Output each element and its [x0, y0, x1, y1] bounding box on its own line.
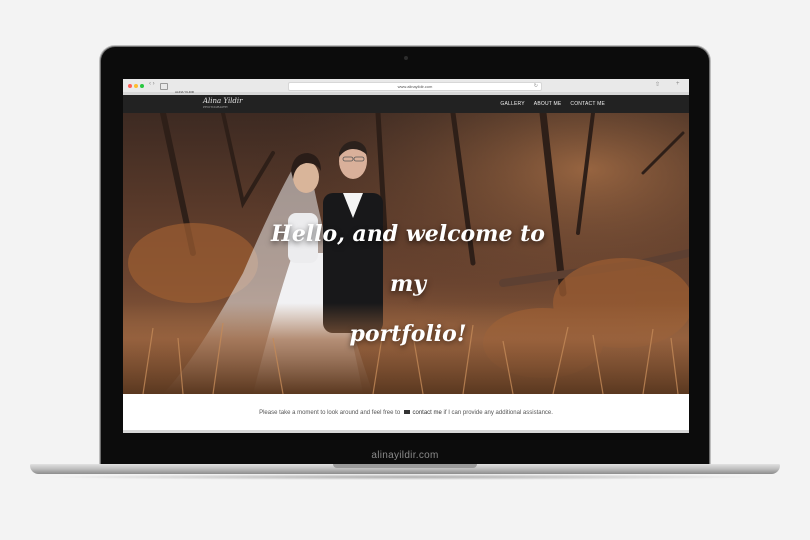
url-bar[interactable]: www.alinayildir.com ↻: [288, 82, 542, 91]
device-label: alinayildir.com: [371, 450, 439, 461]
close-window-button[interactable]: [128, 84, 132, 88]
camera-icon: [404, 56, 408, 60]
hero-banner: Hello, and welcome to my portfolio!: [123, 113, 689, 394]
welcome-text-before: Please take a moment to look around and …: [259, 410, 401, 416]
share-icon[interactable]: ⇧: [655, 81, 660, 88]
new-tab-icon[interactable]: +: [676, 81, 680, 87]
sidebar-toggle-icon[interactable]: [160, 83, 168, 90]
contact-me-label: contact me: [412, 410, 442, 416]
minimize-window-button[interactable]: [134, 84, 138, 88]
hero-title-line2: portfolio!: [349, 321, 467, 347]
laptop-shadow: [40, 474, 770, 480]
reload-icon[interactable]: ↻: [534, 83, 538, 90]
tab-title[interactable]: ALINA YILDIR: [175, 90, 194, 94]
nav-gallery[interactable]: GALLERY: [500, 101, 524, 107]
logo-text: Alina Yildir: [203, 97, 243, 105]
nav-contact-me[interactable]: CONTACT ME: [570, 101, 605, 107]
zoom-window-button[interactable]: [140, 84, 144, 88]
back-forward-icon[interactable]: ‹ ›: [149, 81, 155, 87]
welcome-message: Please take a moment to look around and …: [123, 394, 689, 430]
envelope-icon: [403, 410, 410, 415]
nav-links: GALLERY ABOUT ME CONTACT ME: [500, 101, 605, 107]
screen-bottom-bar: [123, 430, 689, 433]
site-navbar: Alina Yildir PHOTOGRAPHY GALLERY ABOUT M…: [123, 95, 689, 113]
welcome-text-after: if I can provide any additional assistan…: [443, 410, 553, 416]
laptop-notch: [333, 464, 477, 468]
laptop-lid: ‹ › www.alinayildir.com ↻ ⇧ + ALINA YILD…: [101, 47, 709, 471]
logo-subtitle: PHOTOGRAPHY: [203, 105, 228, 109]
laptop-screen: ‹ › www.alinayildir.com ↻ ⇧ + ALINA YILD…: [123, 79, 689, 433]
url-text: www.alinayildir.com: [397, 84, 433, 89]
nav-about-me[interactable]: ABOUT ME: [534, 101, 562, 107]
contact-me-link[interactable]: contact me: [402, 410, 444, 416]
site-logo[interactable]: Alina Yildir PHOTOGRAPHY: [203, 97, 242, 109]
hero-title-line1: Hello, and welcome to my: [271, 221, 545, 297]
hero-title: Hello, and welcome to my portfolio!: [263, 209, 553, 359]
